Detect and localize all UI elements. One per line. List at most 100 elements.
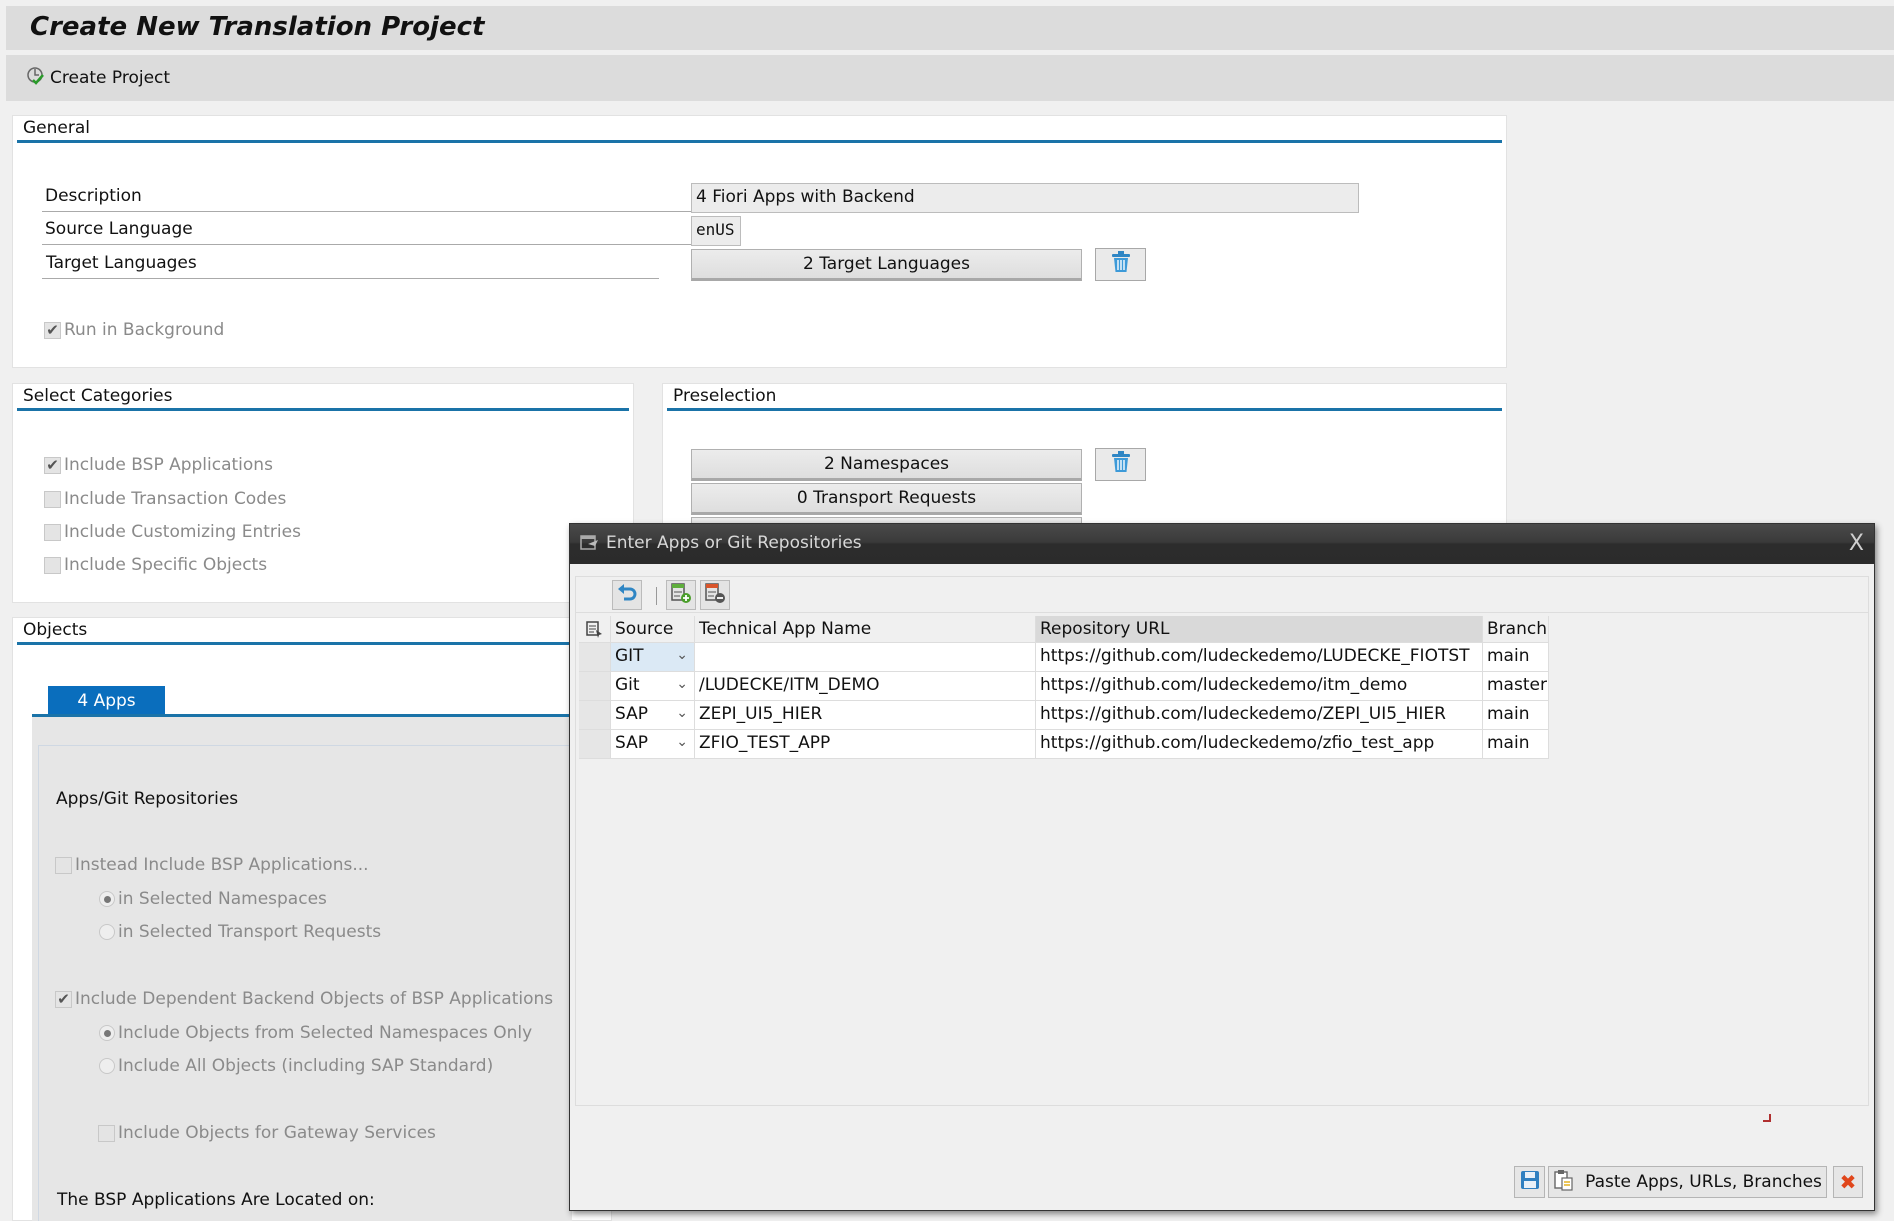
column-header-branch[interactable]: Branch: [1483, 616, 1549, 643]
include-specific-objects-checkbox[interactable]: Include Specific Objects: [44, 555, 267, 575]
dialog-title-bar[interactable]: Enter Apps or Git Repositories X: [570, 524, 1874, 564]
technical-app-name-input[interactable]: [695, 643, 1036, 672]
chevron-down-icon: ⌄: [676, 676, 688, 692]
transport-requests-button[interactable]: 0 Transport Requests: [691, 483, 1082, 515]
repository-url-input[interactable]: https://github.com/ludeckedemo/zfio_test…: [1036, 730, 1483, 759]
include-bsp-checkbox[interactable]: ✔ Include BSP Applications: [44, 455, 273, 475]
radio-unselected-icon: [99, 1058, 115, 1074]
checkbox-unchecked-icon: [98, 1124, 115, 1142]
technical-app-name-input[interactable]: ZEPI_UI5_HIER: [695, 701, 1036, 730]
in-selected-transport-requests-radio[interactable]: in Selected Transport Requests: [99, 922, 381, 942]
include-transaction-codes-label: Include Transaction Codes: [64, 489, 287, 509]
include-customizing-label: Include Customizing Entries: [64, 522, 301, 542]
repository-url-input[interactable]: https://github.com/ludeckedemo/LUDECKE_F…: [1036, 643, 1483, 672]
instead-include-bsp-checkbox[interactable]: Instead Include BSP Applications...: [55, 855, 369, 875]
window-title-bar: Create New Translation Project: [6, 6, 1894, 50]
include-bsp-label: Include BSP Applications: [64, 455, 273, 475]
enter-apps-dialog: Enter Apps or Git Repositories X Source …: [569, 523, 1875, 1211]
paste-icon: [1553, 1169, 1575, 1196]
include-customizing-checkbox[interactable]: Include Customizing Entries: [44, 522, 301, 542]
resize-grip-icon[interactable]: [1763, 1114, 1771, 1122]
technical-app-name-input[interactable]: /LUDECKE/ITM_DEMO: [695, 672, 1036, 701]
checkbox-checked-icon: ✔: [44, 321, 61, 339]
dialog-title: Enter Apps or Git Repositories: [606, 533, 862, 553]
branch-input[interactable]: master: [1483, 672, 1549, 701]
source-language-label: Source Language: [45, 219, 193, 239]
trash-icon: [1110, 250, 1132, 279]
in-selected-namespaces-radio[interactable]: in Selected Namespaces: [99, 889, 327, 909]
paste-apps-urls-branches-button[interactable]: Paste Apps, URLs, Branches: [1548, 1166, 1827, 1198]
technical-app-name-input[interactable]: ZFIO_TEST_APP: [695, 730, 1036, 759]
radio-unselected-icon: [99, 924, 115, 940]
chevron-down-icon: ⌄: [676, 734, 688, 750]
tab-apps[interactable]: 4 Apps: [48, 686, 165, 715]
bsp-located-on-label: The BSP Applications Are Located on:: [57, 1190, 375, 1210]
repository-url-input[interactable]: https://github.com/ludeckedemo/ZEPI_UI5_…: [1036, 701, 1483, 730]
insert-row-button[interactable]: [666, 580, 696, 610]
checkbox-checked-icon: ✔: [55, 990, 72, 1008]
include-gateway-services-label: Include Objects for Gateway Services: [118, 1123, 436, 1143]
include-dependent-backend-checkbox[interactable]: ✔ Include Dependent Backend Objects of B…: [55, 989, 553, 1009]
apps-git-repositories-heading: Apps/Git Repositories: [56, 789, 239, 809]
selected-namespaces-only-label: Include Objects from Selected Namespaces…: [118, 1023, 533, 1043]
source-dropdown[interactable]: SAP ⌄: [611, 701, 695, 730]
general-panel: General: [12, 115, 1507, 368]
include-transaction-codes-checkbox[interactable]: Include Transaction Codes: [44, 489, 286, 509]
branch-input[interactable]: main: [1483, 701, 1549, 730]
source-value: SAP: [615, 704, 648, 724]
radio-selected-icon: [99, 1025, 115, 1041]
target-languages-button[interactable]: 2 Target Languages: [691, 249, 1082, 281]
source-dropdown[interactable]: Git ⌄: [611, 672, 695, 701]
insert-row-icon: [670, 582, 692, 609]
branch-input[interactable]: main: [1483, 643, 1549, 672]
delete-target-languages-button[interactable]: [1095, 248, 1146, 281]
row-selector[interactable]: [579, 643, 611, 672]
chevron-down-icon: ⌄: [676, 705, 688, 721]
radio-selected-icon: [99, 891, 115, 907]
table-header-row: Source Technical App Name Repository URL…: [579, 616, 1646, 645]
row-selector[interactable]: [579, 672, 611, 701]
paste-label: Paste Apps, URLs, Branches: [1585, 1172, 1822, 1192]
run-in-background-checkbox[interactable]: ✔ Run in Background: [44, 320, 224, 340]
include-all-objects-radio[interactable]: Include All Objects (including SAP Stand…: [99, 1056, 493, 1076]
save-button[interactable]: [1514, 1166, 1545, 1198]
branch-input[interactable]: main: [1483, 730, 1549, 759]
dialog-window-icon: [580, 535, 600, 556]
create-project-label: Create Project: [50, 68, 171, 88]
row-selector[interactable]: [579, 701, 611, 730]
undo-button[interactable]: [612, 580, 642, 610]
select-all-rows-button[interactable]: [579, 616, 611, 643]
delete-row-button[interactable]: [700, 580, 730, 610]
checkbox-unchecked-icon: [44, 556, 61, 574]
namespaces-button[interactable]: 2 Namespaces: [691, 449, 1082, 481]
description-input[interactable]: 4 Fiori Apps with Backend: [691, 183, 1359, 213]
source-value: Git: [615, 675, 640, 695]
objects-divider: [17, 642, 607, 645]
preselection-title: Preselection: [673, 386, 777, 406]
checkbox-unchecked-icon: [44, 523, 61, 541]
repository-url-input[interactable]: https://github.com/ludeckedemo/itm_demo: [1036, 672, 1483, 701]
close-icon[interactable]: X: [1849, 531, 1864, 556]
undo-icon: [616, 583, 638, 608]
row-selector[interactable]: [579, 730, 611, 759]
source-dropdown[interactable]: SAP ⌄: [611, 730, 695, 759]
description-label: Description: [45, 186, 142, 206]
include-specific-objects-label: Include Specific Objects: [64, 555, 268, 575]
page-title: Create New Translation Project: [30, 12, 485, 42]
source-language-input[interactable]: enUS: [691, 216, 741, 246]
execute-check-icon: [26, 66, 46, 91]
delete-namespaces-button[interactable]: [1095, 448, 1146, 481]
in-selected-namespaces-label: in Selected Namespaces: [118, 889, 327, 909]
run-in-background-label: Run in Background: [64, 320, 225, 340]
column-header-source[interactable]: Source: [611, 616, 695, 643]
column-header-repository-url[interactable]: Repository URL: [1036, 616, 1483, 643]
source-dropdown[interactable]: GIT ⌄: [611, 643, 695, 672]
create-project-button[interactable]: Create Project: [26, 64, 170, 92]
include-all-objects-label: Include All Objects (including SAP Stand…: [118, 1056, 494, 1076]
cancel-button[interactable]: ✖: [1833, 1166, 1863, 1198]
include-gateway-services-checkbox[interactable]: Include Objects for Gateway Services: [98, 1123, 436, 1143]
column-settings-icon: [585, 621, 603, 642]
selected-namespaces-only-radio[interactable]: Include Objects from Selected Namespaces…: [99, 1023, 532, 1043]
column-header-technical-app-name[interactable]: Technical App Name: [695, 616, 1036, 643]
target-languages-label: Target Languages: [46, 253, 197, 273]
